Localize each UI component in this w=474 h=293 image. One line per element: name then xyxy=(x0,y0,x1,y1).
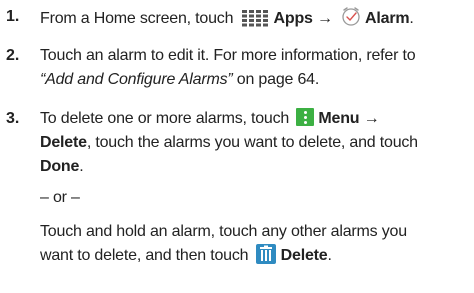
step-text-part: on page 64. xyxy=(232,71,320,88)
arrow-separator: → xyxy=(312,10,338,27)
delete-label: Delete xyxy=(40,134,87,151)
step-text-part: . xyxy=(79,158,84,175)
done-label: Done xyxy=(40,158,80,175)
step-number: 3. xyxy=(6,110,20,127)
or-divider: – or – xyxy=(40,189,80,206)
step-text: Touch an alarm to edit it. For more info… xyxy=(40,44,470,92)
step-text-part: . xyxy=(409,10,414,27)
step-line: To delete one or more alarms, touch Menu… xyxy=(40,107,470,131)
delete-label: Delete xyxy=(280,247,328,264)
step-line: Delete, touch the alarms you want to del… xyxy=(40,131,470,155)
step-line: Done. xyxy=(40,155,470,179)
trash-can-icon xyxy=(255,244,276,264)
step-line: From a Home screen, touch Apps → Alarm. xyxy=(40,5,470,29)
step-line: “Add and Configure Alarms” on page 64. xyxy=(40,68,470,92)
apps-grid-icon xyxy=(241,9,271,35)
alarm-clock-icon xyxy=(340,5,362,35)
alarm-label: Alarm xyxy=(365,10,410,27)
step-line: Touch an alarm to edit it. For more info… xyxy=(40,47,416,64)
apps-label: Apps xyxy=(273,10,313,27)
step-text-part: To delete one or more alarms, touch xyxy=(40,110,294,127)
step-text-part: , touch the alarms you want to delete, a… xyxy=(86,134,418,151)
step-number: 2. xyxy=(6,47,20,64)
step-text-part: From a Home screen, touch xyxy=(40,10,238,27)
step-text: To delete one or more alarms, touch Menu… xyxy=(40,107,470,268)
step-line: want to delete, and then touch Delete. xyxy=(40,244,470,268)
cross-reference-link: “Add and Configure Alarms” xyxy=(40,71,233,88)
step-text: From a Home screen, touch Apps → Alarm. xyxy=(40,5,470,29)
step-text-part: . xyxy=(327,247,332,264)
step-line: Touch and hold an alarm, touch any other… xyxy=(40,223,407,240)
instruction-steps: 1. From a Home screen, touch Apps → Alar… xyxy=(0,0,474,293)
step-text-part: want to delete, and then touch xyxy=(40,247,253,264)
menu-dots-icon xyxy=(296,108,315,126)
menu-label: Menu → xyxy=(318,110,380,127)
step-number: 1. xyxy=(6,8,20,25)
